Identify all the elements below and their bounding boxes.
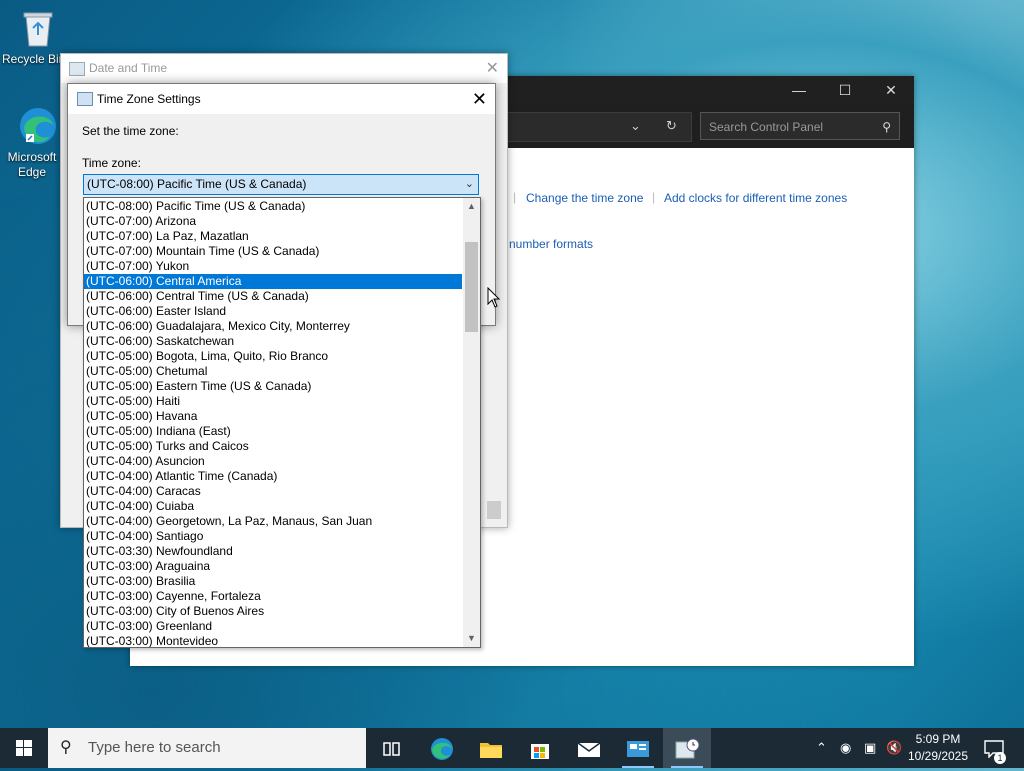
close-button[interactable]: ✕ bbox=[486, 54, 499, 83]
time-zone-option[interactable]: (UTC-06:00) Easter Island bbox=[84, 304, 462, 319]
time-zone-settings-titlebar: Time Zone Settings ✕ bbox=[68, 84, 495, 114]
edge-icon[interactable] bbox=[418, 728, 466, 768]
address-field[interactable] bbox=[500, 112, 692, 142]
search-placeholder: Type here to search bbox=[88, 739, 221, 756]
time-zone-option[interactable]: (UTC-03:00) Montevideo bbox=[84, 634, 462, 647]
recycle-bin-icon bbox=[16, 6, 60, 50]
time-zone-option[interactable]: (UTC-06:00) Saskatchewan bbox=[84, 334, 462, 349]
close-button[interactable]: ✕ bbox=[868, 76, 914, 104]
time-zone-option[interactable]: (UTC-06:00) Guadalajara, Mexico City, Mo… bbox=[84, 319, 462, 334]
date-and-time-titlebar: Date and Time ✕ bbox=[61, 54, 507, 83]
time-zone-label: Time zone: bbox=[82, 156, 141, 170]
time-zone-option[interactable]: (UTC-05:00) Eastern Time (US & Canada) bbox=[84, 379, 462, 394]
time-zone-option[interactable]: (UTC-06:00) Central Time (US & Canada) bbox=[84, 289, 462, 304]
time-zone-option[interactable]: (UTC-03:00) Greenland bbox=[84, 619, 462, 634]
time-zone-option[interactable]: (UTC-08:00) Pacific Time (US & Canada) bbox=[84, 199, 462, 214]
maximize-button[interactable]: ☐ bbox=[822, 76, 868, 104]
time-zone-option[interactable]: (UTC-06:00) Central America bbox=[84, 274, 462, 289]
time-zone-selected-value: (UTC-08:00) Pacific Time (US & Canada) bbox=[87, 177, 307, 191]
time-zone-option[interactable]: (UTC-07:00) Mountain Time (US & Canada) bbox=[84, 244, 462, 259]
scrollbar-thumb[interactable] bbox=[465, 242, 478, 332]
refresh-icon[interactable]: ↻ bbox=[666, 112, 677, 140]
start-button[interactable] bbox=[0, 728, 48, 768]
control-panel-icon[interactable] bbox=[614, 728, 662, 768]
time-zone-option[interactable]: (UTC-03:00) City of Buenos Aires bbox=[84, 604, 462, 619]
date-time-icon bbox=[69, 62, 85, 76]
dialog-button[interactable] bbox=[487, 501, 501, 519]
store-icon[interactable] bbox=[516, 728, 564, 768]
time-zone-option[interactable]: (UTC-04:00) Santiago bbox=[84, 529, 462, 544]
number-formats-link[interactable]: number formats bbox=[509, 237, 593, 251]
edge-icon bbox=[16, 104, 60, 148]
time-zone-option[interactable]: (UTC-07:00) Arizona bbox=[84, 214, 462, 229]
dialog-title: Date and Time bbox=[89, 61, 168, 75]
time-zone-option[interactable]: (UTC-05:00) Turks and Caicos bbox=[84, 439, 462, 454]
dialog-title: Time Zone Settings bbox=[97, 92, 201, 106]
chevron-down-icon: ⌄ bbox=[464, 178, 474, 190]
change-time-zone-link[interactable]: Change the time zone bbox=[526, 191, 643, 205]
search-icon: ⚲ bbox=[882, 120, 891, 134]
desktop-icon-label: Microsoft Edge bbox=[7, 150, 57, 179]
meet-now-icon[interactable]: ◉ bbox=[840, 728, 851, 768]
time-zone-option[interactable]: (UTC-07:00) Yukon bbox=[84, 259, 462, 274]
notification-center-icon[interactable]: 1 bbox=[984, 728, 1008, 768]
time-zone-option[interactable]: (UTC-04:00) Caracas bbox=[84, 484, 462, 499]
file-explorer-icon[interactable] bbox=[467, 728, 515, 768]
time-zone-option[interactable]: (UTC-04:00) Cuiaba bbox=[84, 499, 462, 514]
search-icon: ⚲ bbox=[60, 739, 72, 756]
search-control-panel-input[interactable]: Search Control Panel ⚲ bbox=[700, 112, 900, 140]
network-icon[interactable]: ▣ bbox=[864, 728, 876, 768]
chevron-up-icon[interactable]: ⌃ bbox=[816, 728, 827, 768]
time-zone-option[interactable]: (UTC-07:00) La Paz, Mazatlan bbox=[84, 229, 462, 244]
time-zone-option[interactable]: (UTC-04:00) Atlantic Time (Canada) bbox=[84, 469, 462, 484]
date-time-icon[interactable] bbox=[663, 728, 711, 768]
time-zone-option[interactable]: (UTC-03:00) Cayenne, Fortaleza bbox=[84, 589, 462, 604]
link-separator: | bbox=[652, 190, 656, 204]
globe-clock-icon bbox=[77, 92, 93, 106]
windows-logo-icon bbox=[16, 740, 32, 756]
time-zone-option[interactable]: (UTC-05:00) Havana bbox=[84, 409, 462, 424]
time-zone-option[interactable]: (UTC-05:00) Bogota, Lima, Quito, Rio Bra… bbox=[84, 349, 462, 364]
add-clocks-link[interactable]: Add clocks for different time zones bbox=[664, 191, 847, 205]
link-separator: | bbox=[513, 190, 517, 204]
scroll-down-icon[interactable]: ▼ bbox=[463, 630, 480, 647]
mail-icon[interactable] bbox=[565, 728, 613, 768]
volume-muted-icon[interactable]: 🔇 bbox=[886, 728, 902, 768]
taskbar-search-box[interactable]: ⚲ Type here to search bbox=[48, 728, 366, 768]
clock-time: 5:09 PM bbox=[915, 732, 961, 746]
time-zone-select[interactable]: (UTC-08:00) Pacific Time (US & Canada) ⌄ bbox=[83, 174, 479, 195]
mouse-pointer-icon bbox=[487, 286, 501, 312]
notification-count-badge: 1 bbox=[994, 752, 1006, 764]
time-zone-option[interactable]: (UTC-05:00) Indiana (East) bbox=[84, 424, 462, 439]
time-zone-option[interactable]: (UTC-03:00) Araguaina bbox=[84, 559, 462, 574]
desktop-icon-label: Recycle Bin bbox=[2, 52, 60, 66]
search-placeholder: Search Control Panel bbox=[709, 120, 824, 134]
close-button[interactable]: ✕ bbox=[472, 84, 487, 114]
time-zone-option[interactable]: (UTC-05:00) Haiti bbox=[84, 394, 462, 409]
time-zone-option[interactable]: (UTC-04:00) Asuncion bbox=[84, 454, 462, 469]
dropdown-scrollbar[interactable]: ▲ ▼ bbox=[463, 198, 480, 647]
task-view-icon[interactable] bbox=[368, 728, 416, 768]
time-zone-options: (UTC-08:00) Pacific Time (US & Canada) (U… bbox=[84, 198, 480, 647]
time-zone-option[interactable]: (UTC-05:00) Chetumal bbox=[84, 364, 462, 379]
time-zone-option[interactable]: (UTC-03:30) Newfoundland bbox=[84, 544, 462, 559]
set-time-zone-label: Set the time zone: bbox=[82, 124, 179, 138]
scroll-up-icon[interactable]: ▲ bbox=[463, 198, 480, 215]
time-zone-option[interactable]: (UTC-03:00) Brasilia bbox=[84, 574, 462, 589]
clock-date: 10/29/2025 bbox=[907, 749, 969, 763]
taskbar: ⚲ Type here to search ⌃ ◉ ▣ 🔇 5:09 PM 10… bbox=[0, 728, 1024, 768]
chevron-down-icon[interactable]: ⌄ bbox=[630, 112, 641, 140]
minimize-button[interactable]: — bbox=[776, 76, 822, 104]
taskbar-clock[interactable]: 5:09 PM 10/29/2025 bbox=[906, 731, 970, 765]
time-zone-option[interactable]: (UTC-04:00) Georgetown, La Paz, Manaus, … bbox=[84, 514, 462, 529]
time-zone-dropdown-list[interactable]: (UTC-08:00) Pacific Time (US & Canada) (U… bbox=[83, 197, 481, 648]
